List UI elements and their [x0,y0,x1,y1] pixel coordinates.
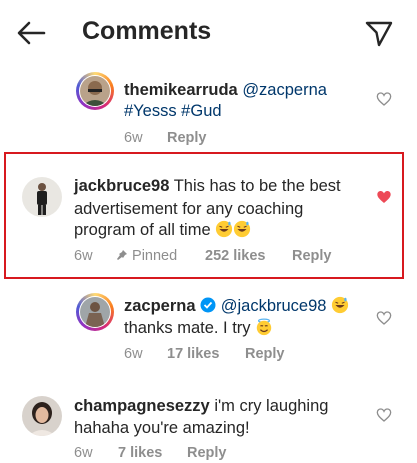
reply-button[interactable]: Reply [167,130,207,146]
like-button[interactable] [376,407,392,423]
heart-outline-icon [376,92,392,106]
likes-count[interactable]: 252 likes [205,248,265,264]
like-button[interactable] [376,189,392,205]
avatar[interactable] [80,76,110,106]
back-button[interactable] [14,18,48,48]
comment-time: 6w [74,445,93,461]
reply-button[interactable]: Reply [292,248,332,264]
avatar[interactable] [22,396,62,436]
avatar[interactable] [80,297,110,327]
back-arrow-icon [17,21,46,45]
pinned-label: Pinned [132,248,178,264]
heart-filled-icon [377,191,391,203]
comment-text: hahaha you're amazing! [74,419,250,437]
grinning-sweat-emoji-icon [234,220,251,238]
comment-username[interactable]: champagnesezzy [74,397,210,415]
grinning-sweat-emoji-icon [216,220,233,238]
comment-username[interactable]: zacperna [124,297,196,315]
comment-text: This has to be the best [173,177,341,195]
like-button[interactable] [376,91,392,107]
grinning-sweat-emoji-icon [331,296,349,314]
comment-hashtags[interactable]: #Yesss #Gud [124,101,222,122]
heart-outline-icon [376,408,392,422]
header-bar: Comments [0,0,417,66]
send-icon [365,21,393,47]
halo-smile-emoji-icon [256,318,272,336]
like-button[interactable] [376,310,392,326]
pin-icon [117,250,127,260]
pinned-indicator: Pinned [116,248,177,264]
reply-button[interactable]: Reply [187,445,227,461]
reply-button[interactable]: Reply [245,346,285,362]
story-ring [76,72,114,110]
likes-count[interactable]: 17 likes [167,346,219,362]
comment-mention[interactable]: @jackbruce98 [221,297,327,315]
comment-text: program of all time [74,221,211,239]
comment-text: i'm cry laughing [214,397,329,415]
page-title: Comments [82,17,212,45]
comment-text: thanks mate. I try [124,319,251,337]
comment-text: advertisement for any coaching [74,200,304,218]
comment-mention[interactable]: @zacperna [242,81,327,99]
comment-username[interactable]: themikearruda [124,81,238,99]
avatar[interactable] [22,177,62,217]
comment-username[interactable]: jackbruce98 [74,177,169,195]
comment-time: 6w [124,346,143,362]
story-ring [76,293,114,331]
heart-outline-icon [376,311,392,325]
comment-time: 6w [74,248,93,264]
verified-badge-icon [200,297,216,313]
comment-time: 6w [124,130,143,146]
likes-count[interactable]: 7 likes [118,445,162,461]
share-button[interactable] [364,18,394,48]
